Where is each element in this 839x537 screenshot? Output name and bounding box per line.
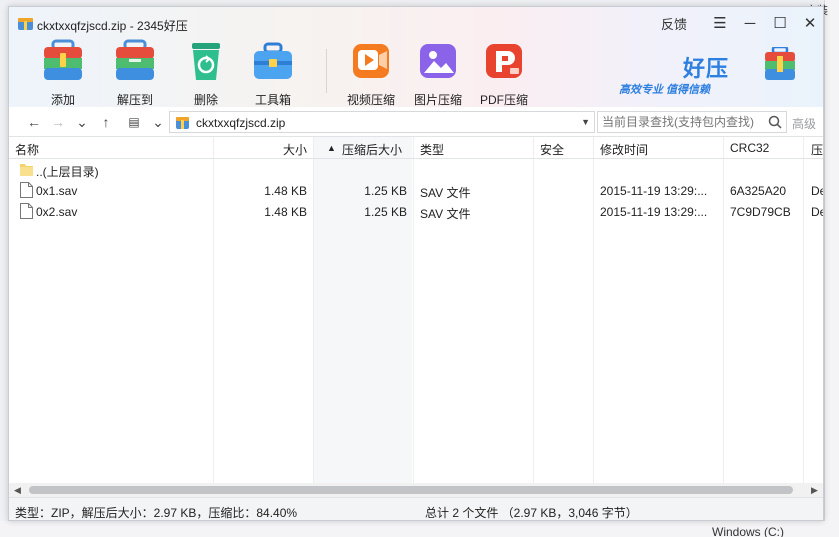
file-type: SAV 文件 [420,207,471,221]
advanced-search-button[interactable]: 高级 [792,115,816,132]
close-icon[interactable]: ✕ [795,11,823,35]
column-header-name[interactable]: 名称 [15,141,39,158]
column-header-packed-size[interactable]: 压缩后大小 [342,141,402,158]
view-mode-chevron-down-icon[interactable]: ⌄ [149,113,167,131]
status-file-total: 总计 2 个文件 （2.97 KB，3,046 字节） [425,506,638,520]
file-icon [20,182,33,198]
maximize-icon[interactable]: ☐ [765,11,795,35]
video-compress-label: 视频压缩 [346,93,395,107]
file-icon [20,203,33,219]
window-title: ckxtxxqfzjscd.zip - 2345好压 [37,19,188,33]
back-arrow-icon[interactable]: ← [25,113,43,131]
add-box-icon [44,39,82,80]
column-header-modified[interactable]: 修改时间 [600,141,648,158]
search-box[interactable] [597,111,787,133]
video-compress-button[interactable]: 视频压缩 [341,39,401,108]
view-mode-icon[interactable]: ▤ [125,113,143,131]
path-dropdown-icon[interactable]: ▼ [581,117,590,127]
extract-to-button[interactable]: 解压到 [105,39,165,108]
desktop-background-right [824,0,839,537]
file-modified: 2015-11-19 13:29:... [600,184,708,198]
pdf-compress-label: PDF压缩 [479,93,528,107]
file-size: 1.48 KB [264,205,307,219]
scrollbar-thumb[interactable] [29,486,793,494]
current-path: ckxtxxqfzjscd.zip [196,116,286,130]
file-packed-size: 1.25 KB [364,205,407,219]
file-crc32: 6A325A20 [730,184,787,198]
image-compress-label: 图片压缩 [413,93,462,107]
title-bar[interactable]: ckxtxxqfzjscd.zip - 2345好压 反馈 ☰ ─ ☐ ✕ [9,7,823,37]
path-combobox[interactable]: ckxtxxqfzjscd.zip ▼ [169,111,595,133]
search-input[interactable] [602,114,766,130]
window-header: ckxtxxqfzjscd.zip - 2345好压 反馈 ☰ ─ ☐ ✕ 添加 [9,7,823,108]
file-size: 1.48 KB [264,184,307,198]
column-header-crc32[interactable]: CRC32 [730,141,769,155]
delete-label: 删除 [193,93,218,107]
file-name: 0x1.sav [36,184,78,198]
history-chevron-down-icon[interactable]: ⌄ [73,113,91,131]
add-button[interactable]: 添加 [33,39,93,108]
haozip-window: ckxtxxqfzjscd.zip - 2345好压 反馈 ☰ ─ ☐ ✕ 添加 [8,6,824,521]
file-list[interactable]: 名称 大小 ▲ 压缩后大小 类型 安全 修改时间 CRC32 压 ..(上层目录… [9,137,823,483]
scroll-left-icon[interactable]: ◀ [14,485,21,496]
pdf-compress-icon [486,44,522,78]
zip-file-icon [176,117,189,129]
column-header-size[interactable]: 大小 [283,141,307,158]
feedback-link[interactable]: 反馈 [661,14,687,33]
column-header-method[interactable]: 压 [811,141,823,158]
toolbox-icon [254,42,292,79]
toolbox-label: 工具箱 [254,93,291,107]
file-name: ..(上层目录) [36,165,99,179]
search-icon[interactable] [768,115,782,129]
hamburger-icon[interactable]: ☰ [705,11,735,35]
pdf-compress-button[interactable]: PDF压缩 [474,39,534,108]
file-method: De [811,184,823,198]
window-controls: 反馈 ☰ ─ ☐ ✕ [661,11,823,35]
file-name: 0x2.sav [36,205,78,219]
recycle-bin-icon [192,43,220,80]
brand-logo: 好压 高效专业 值得信赖 [613,45,803,105]
forward-arrow-icon[interactable]: → [49,113,67,131]
table-row[interactable]: 0x1.sav 1.48 KB 1.25 KB SAV 文件 2015-11-1… [9,180,823,201]
horizontal-scrollbar[interactable]: ◀ ▶ [9,483,823,497]
table-row[interactable]: 0x2.sav 1.48 KB 1.25 KB SAV 文件 2015-11-1… [9,201,823,222]
delete-button[interactable]: 删除 [176,39,236,108]
image-compress-icon [420,44,456,78]
up-arrow-icon[interactable]: ↑ [97,113,115,131]
main-toolbar: 添加 解压到 删除 工具箱 视频压缩 图片压缩 PDF压缩 好压 高效专业 值得… [9,37,823,108]
file-modified: 2015-11-19 13:29:... [600,205,708,219]
address-bar: ← → ⌄ ↑ ▤ ⌄ ckxtxxqfzjscd.zip ▼ 高级 [9,107,823,137]
table-row-parent-directory[interactable]: ..(上层目录) [9,159,823,180]
extract-to-label: 解压到 [116,93,153,107]
sort-ascending-icon: ▲ [327,143,336,153]
toolbox-button[interactable]: 工具箱 [243,39,303,108]
extract-box-icon [116,39,154,80]
brand-name: 好压 [683,56,730,81]
status-archive-info: 类型：ZIP，解压后大小：2.97 KB，压缩比：84.40% [15,506,298,520]
brand-box-icon [765,47,795,80]
file-type: SAV 文件 [420,186,471,200]
file-crc32: 7C9D79CB [730,205,791,219]
file-method: De [811,205,823,219]
brand-slogan: 高效专业 值得信赖 [619,84,711,96]
column-header-type[interactable]: 类型 [420,141,444,158]
minimize-icon[interactable]: ─ [735,11,765,35]
toolbar-separator [326,49,327,93]
video-compress-icon [353,44,389,78]
folder-icon [20,164,33,176]
table-header: 名称 大小 ▲ 压缩后大小 类型 安全 修改时间 CRC32 压 [9,137,823,159]
image-compress-button[interactable]: 图片压缩 [408,39,468,108]
add-label: 添加 [50,93,75,107]
scroll-right-icon[interactable]: ▶ [811,485,818,496]
file-packed-size: 1.25 KB [364,184,407,198]
status-bar: 类型：ZIP，解压后大小：2.97 KB，压缩比：84.40% 总计 2 个文件… [9,497,823,520]
background-drive-label: Windows (C:) [712,525,785,537]
app-zip-icon [18,18,33,30]
column-header-security[interactable]: 安全 [540,141,564,158]
